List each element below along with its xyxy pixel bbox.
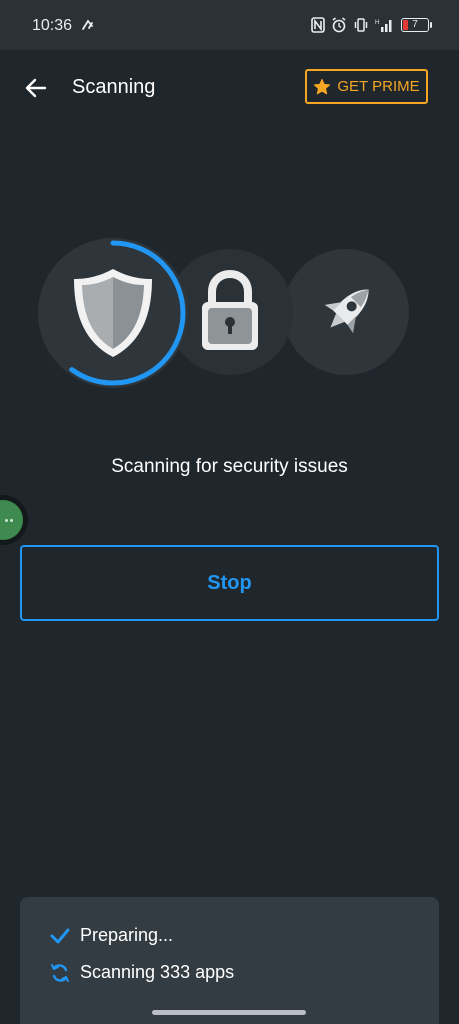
vibrate-icon <box>353 17 369 33</box>
navigation-handle[interactable] <box>152 1010 306 1015</box>
checkmark-icon <box>50 928 70 943</box>
get-prime-label: GET PRIME <box>337 78 420 95</box>
svg-text:H: H <box>375 20 379 26</box>
status-time: 10:36 <box>32 17 73 34</box>
scan-status-text: Scanning for security issues <box>111 456 348 477</box>
stop-button[interactable]: Stop <box>20 545 439 621</box>
bubble-dot <box>10 518 13 522</box>
nfc-icon <box>311 17 325 33</box>
page-title: Scanning <box>72 76 156 98</box>
scan-progress-ring <box>40 240 186 386</box>
progress-item-label: Preparing... <box>80 925 174 945</box>
alarm-icon <box>331 17 347 33</box>
status-icons: H 7 <box>311 15 432 35</box>
sync-icon <box>51 963 69 982</box>
app-notification-icon <box>80 17 96 33</box>
progress-item-preparing: Preparing... <box>50 925 173 946</box>
progress-item-scanning: Scanning 333 apps <box>50 962 234 983</box>
arrow-left-icon <box>25 78 47 98</box>
lock-icon <box>202 270 258 350</box>
scan-progress-panel: Preparing... Scanning 333 apps <box>20 897 439 1024</box>
bubble-dot <box>5 518 8 522</box>
floating-bubble[interactable] <box>0 495 28 545</box>
progress-item-label: Scanning 333 apps <box>80 962 235 982</box>
back-button[interactable] <box>20 72 52 104</box>
signal-icon: H <box>375 17 395 33</box>
rocket-icon <box>324 289 369 334</box>
star-icon <box>314 78 331 94</box>
bubble-icon <box>0 500 23 540</box>
app-bar: Scanning GET PRIME <box>0 50 459 126</box>
battery-level: 7 <box>412 19 418 30</box>
status-bar: 10:36 H 7 <box>0 0 459 50</box>
get-prime-button[interactable]: GET PRIME <box>305 69 428 104</box>
scanning-screen: 10:36 H 7 Scanning GET PRIME Scanning fo… <box>0 0 459 1024</box>
battery-fill <box>403 20 408 30</box>
battery-icon: 7 <box>401 18 432 32</box>
performance-stage <box>283 249 409 375</box>
